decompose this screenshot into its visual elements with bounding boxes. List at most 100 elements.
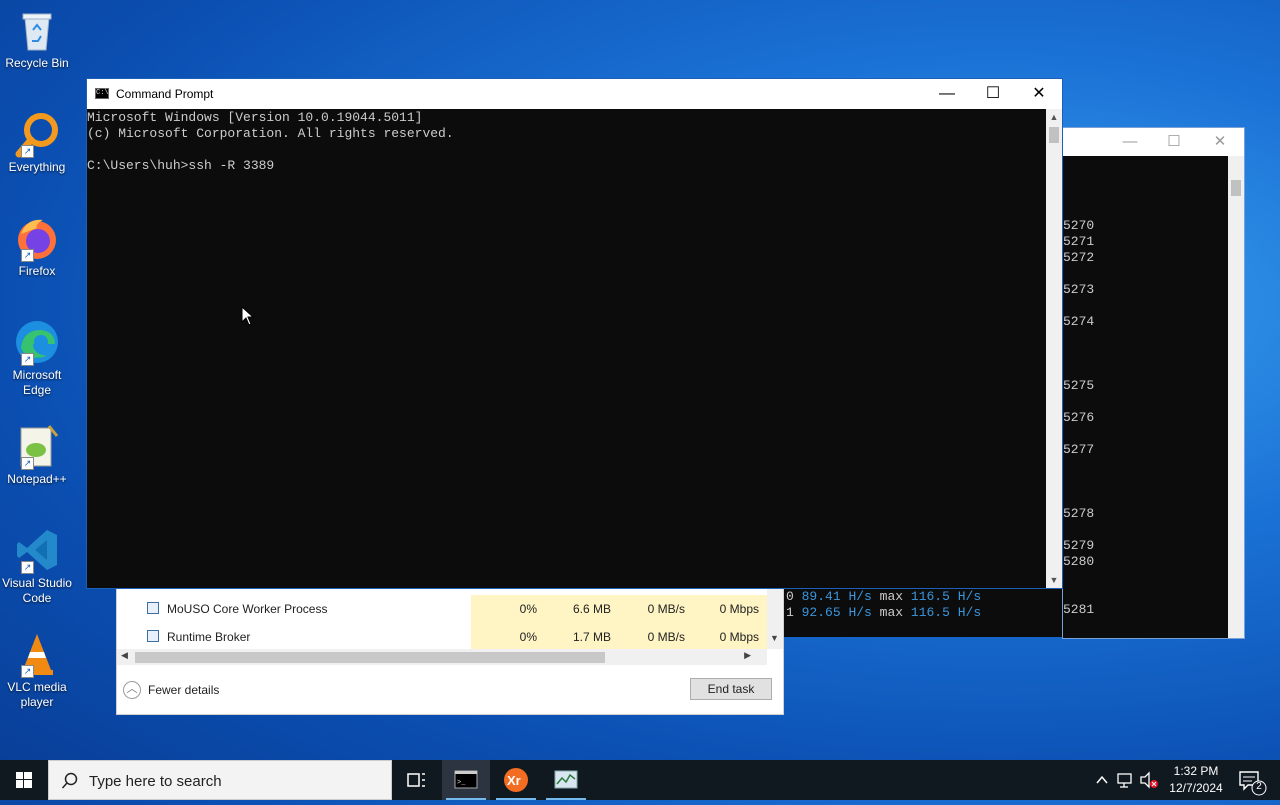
output-line: 5271 — [1063, 234, 1095, 249]
fewer-details-label: Fewer details — [148, 683, 220, 697]
volume-muted-icon — [1140, 771, 1158, 789]
memory-cell: 6.6 MB — [545, 595, 619, 623]
process-icon — [147, 630, 159, 642]
desktop-icon-everything[interactable]: ↗ Everything — [2, 110, 72, 175]
taskbar-app-task-manager[interactable] — [542, 760, 590, 800]
console-output[interactable]: Microsoft Windows [Version 10.0.19044.50… — [87, 109, 1047, 588]
output-line: 5276 — [1063, 410, 1095, 425]
search-placeholder: Type here to search — [89, 773, 222, 790]
minimize-button[interactable]: — — [1115, 132, 1145, 152]
process-name: MoUSO Core Worker Process — [167, 602, 328, 616]
disk-cell: 0 MB/s — [619, 595, 693, 623]
background-console-titlebar[interactable]: — ☐ ✕ — [1063, 128, 1244, 156]
recycle-bin-icon — [13, 6, 61, 54]
taskbar-app-xr[interactable]: Xr — [492, 760, 540, 800]
network-cell: 0 Mbps — [693, 595, 767, 623]
shortcut-arrow-icon: ↗ — [21, 457, 34, 470]
command-prompt-titlebar[interactable]: C:\ Command Prompt — ☐ ✕ — [87, 79, 1062, 109]
command-prompt-window[interactable]: C:\ Command Prompt — ☐ ✕ Microsoft Windo… — [86, 78, 1063, 589]
desktop-icon-vscode[interactable]: ↗ Visual Studio Code — [2, 526, 72, 606]
output-line: 5272 — [1063, 250, 1095, 265]
background-console-window[interactable]: — ☐ ✕ 5270 5271 5272 5273 5274 5275 5276… — [1062, 127, 1245, 639]
process-row[interactable]: MoUSO Core Worker Process 0% 6.6 MB 0 MB… — [117, 595, 767, 623]
network-tray-button[interactable] — [1114, 760, 1136, 800]
desktop-icon-label: Microsoft Edge — [12, 368, 62, 397]
end-task-button[interactable]: End task — [690, 678, 772, 700]
vertical-scrollbar[interactable]: ▲ ▼ — [1046, 109, 1062, 588]
scroll-right-arrow-icon[interactable]: ▶ — [744, 650, 751, 661]
chevron-up-icon — [1096, 775, 1108, 784]
desktop-icon-vlc[interactable]: ↗ VLC media player — [2, 630, 72, 710]
xr-app-icon: Xr — [504, 768, 528, 792]
taskbar-search-box[interactable]: Type here to search — [48, 760, 392, 800]
vertical-scrollbar[interactable] — [1228, 156, 1244, 638]
process-icon — [147, 602, 159, 614]
desktop-icon-label: Firefox — [18, 264, 56, 278]
shortcut-arrow-icon: ↗ — [21, 145, 34, 158]
desktop-icon-recycle-bin[interactable]: Recycle Bin — [2, 6, 72, 71]
scrollbar-thumb[interactable] — [135, 652, 605, 663]
scrollbar-thumb[interactable] — [1049, 127, 1059, 143]
memory-cell: 1.7 MB — [545, 623, 619, 651]
output-line: 5270 — [1063, 218, 1095, 233]
scrollbar-thumb[interactable] — [1231, 180, 1241, 196]
cmd-icon: >_ — [454, 770, 478, 789]
scroll-up-arrow-icon[interactable]: ▲ — [1046, 109, 1062, 125]
hashrate-line: 0 89.41 H/s max 116.5 H/s — [786, 589, 982, 604]
process-row[interactable]: Runtime Broker 0% 1.7 MB 0 MB/s 0 Mbps — [117, 623, 767, 651]
output-line: 5274 — [1063, 314, 1095, 329]
horizontal-scrollbar[interactable]: ◀ ▶ — [117, 649, 767, 665]
scroll-down-arrow-icon[interactable]: ▼ — [1046, 572, 1062, 588]
action-center-button[interactable]: 2 — [1232, 760, 1272, 800]
close-button[interactable]: ✕ — [1205, 132, 1235, 152]
desktop-icon-label: Notepad++ — [7, 472, 67, 486]
maximize-button[interactable]: ☐ — [1159, 132, 1189, 152]
show-hidden-icons-button[interactable] — [1092, 760, 1112, 800]
scroll-down-arrow-icon[interactable]: ▼ — [770, 633, 779, 643]
edge-icon: ↗ — [13, 318, 61, 366]
task-view-icon — [407, 773, 425, 787]
desktop-icon-notepad-plus-plus[interactable]: ↗ Notepad++ — [2, 422, 72, 487]
background-console-output: 5270 5271 5272 5273 5274 5275 5276 5277 … — [1063, 156, 1228, 638]
shortcut-arrow-icon: ↗ — [21, 665, 34, 678]
output-line: 5280 — [1063, 554, 1095, 569]
window-title: Command Prompt — [116, 87, 214, 101]
windows-logo-icon — [16, 772, 32, 788]
svg-text:>_: >_ — [457, 779, 466, 787]
cpu-cell: 0% — [471, 595, 545, 623]
start-button[interactable] — [0, 760, 48, 800]
console-line: (c) Microsoft Corporation. All rights re… — [87, 126, 454, 141]
close-button[interactable]: ✕ — [1016, 79, 1062, 109]
notification-icon — [1239, 771, 1267, 796]
hashrate-output: 0 89.41 H/s max 116.5 H/s 1 92.65 H/s ma… — [782, 589, 1062, 637]
notification-count: 2 — [1256, 781, 1262, 792]
disk-cell: 0 MB/s — [619, 623, 693, 651]
chevron-up-icon: ︿ — [123, 681, 141, 699]
task-view-button[interactable] — [392, 760, 440, 800]
desktop-icon-microsoft-edge[interactable]: ↗ Microsoft Edge — [2, 318, 72, 398]
shortcut-arrow-icon: ↗ — [21, 353, 34, 366]
minimize-button[interactable]: — — [924, 79, 970, 109]
everything-icon: ↗ — [13, 110, 61, 158]
shortcut-arrow-icon: ↗ — [21, 249, 34, 262]
output-line: 5281 — [1063, 602, 1095, 617]
desktop-icon-label: Recycle Bin — [5, 56, 69, 70]
maximize-button[interactable]: ☐ — [970, 79, 1016, 109]
desktop-icon-firefox[interactable]: ↗ Firefox — [2, 214, 72, 279]
output-line: 5278 — [1063, 506, 1095, 521]
taskbar-clock[interactable]: 1:32 PM 12/7/2024 — [1160, 763, 1232, 797]
network-icon — [1117, 773, 1132, 788]
vertical-scrollbar[interactable]: ▼ — [767, 589, 783, 649]
shortcut-arrow-icon: ↗ — [21, 561, 34, 574]
volume-tray-button[interactable] — [1138, 760, 1160, 800]
cpu-cell: 0% — [471, 623, 545, 651]
output-line: 5273 — [1063, 282, 1095, 297]
task-manager-window[interactable]: MoUSO Core Worker Process 0% 6.6 MB 0 MB… — [116, 588, 784, 715]
firefox-icon: ↗ — [13, 214, 61, 262]
mouse-cursor-icon — [241, 305, 255, 331]
output-line: 5275 — [1063, 378, 1095, 393]
taskbar-app-command-prompt[interactable]: >_ — [442, 760, 490, 800]
fewer-details-button[interactable]: ︿ Fewer details — [123, 681, 219, 699]
notepad-plus-plus-icon: ↗ — [13, 422, 61, 470]
scroll-left-arrow-icon[interactable]: ◀ — [121, 650, 128, 661]
